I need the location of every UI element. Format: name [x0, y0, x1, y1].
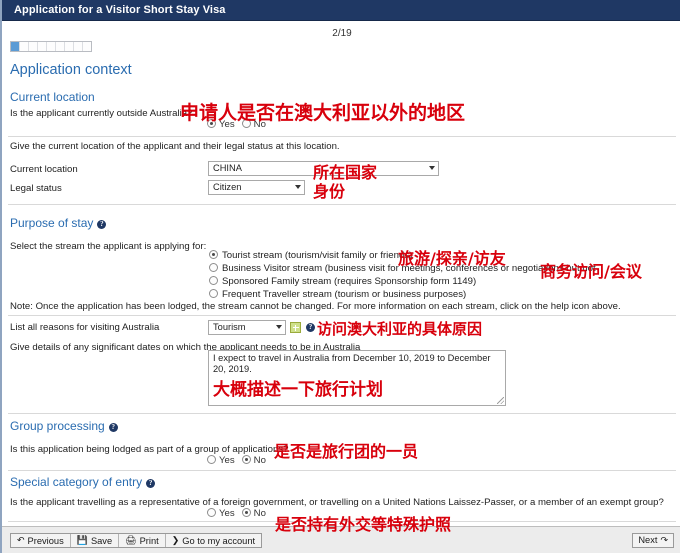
help-icon-group-processing[interactable]: ? — [108, 423, 118, 432]
stream-label-sponsored-family: Sponsored Family stream (requires Sponso… — [222, 276, 477, 287]
next-button[interactable]: Next ↷ — [632, 533, 674, 548]
chevron-down-icon[interactable] — [429, 166, 435, 170]
special-category-radio-group[interactable]: Yes No — [207, 508, 273, 519]
progress-segment — [47, 42, 56, 51]
footer-button-group: ↶ Previous 💾 Save 🖨 Print ❯ Go to my account — [10, 533, 263, 548]
stream-label-tourist: Tourist stream (tourism/visit family or … — [222, 250, 413, 261]
arrow-left-icon: ↶ — [17, 535, 25, 545]
significant-dates-value: I expect to travel in Australia from Dec… — [213, 353, 491, 374]
radio-indicator-sponsored-family[interactable] — [209, 276, 218, 285]
stream-note: Note: Once the application has been lodg… — [10, 301, 621, 312]
progress-segment — [74, 42, 83, 51]
reasons-label: List all reasons for visiting Australia — [10, 322, 160, 333]
radio-label-no: No — [253, 508, 266, 519]
help-icon-special-category[interactable]: ? — [146, 479, 156, 488]
legal-status-value: Citizen — [213, 182, 242, 192]
section-heading-purpose-of-stay: Purpose of stay? — [10, 216, 107, 230]
app-title-bar: Application for a Visitor Short Stay Vis… — [2, 0, 680, 21]
arrow-right-icon: ↷ — [660, 535, 668, 545]
go-to-my-account-label: Go to my account — [182, 535, 256, 546]
special-category-question: Is the applicant travelling as a represe… — [10, 497, 664, 508]
annotation-special-passport: 是否持有外交等特殊护照 — [275, 515, 452, 534]
group-processing-radio-group[interactable]: Yes No — [207, 455, 273, 466]
progress-segment — [29, 42, 38, 51]
radio-option-yes[interactable]: Yes — [207, 508, 235, 519]
page-title: Application for a Visitor Short Stay Vis… — [14, 4, 226, 16]
page-heading: Application context — [10, 62, 132, 78]
radio-indicator-yes[interactable] — [207, 508, 216, 517]
save-button[interactable]: 💾 Save — [71, 534, 120, 547]
progress-segment — [20, 42, 29, 51]
chevron-right-icon: ❯ — [171, 535, 180, 545]
progress-segment — [65, 42, 74, 51]
radio-indicator-business[interactable] — [209, 263, 218, 272]
stream-label-frequent-traveller: Frequent Traveller stream (tourism or bu… — [222, 289, 467, 300]
annotation-outside-australia: 申请人是否在澳大利亚以外的地区 — [180, 102, 466, 124]
go-to-my-account-button[interactable]: ❯ Go to my account — [166, 534, 261, 547]
add-icon[interactable] — [290, 322, 301, 333]
radio-label-yes: Yes — [219, 508, 235, 519]
radio-indicator-yes[interactable] — [207, 455, 216, 464]
save-disk-icon: 💾 — [76, 535, 88, 545]
stream-prompt: Select the stream the applicant is apply… — [10, 241, 207, 252]
current-location-question: Is the applicant currently outside Austr… — [10, 108, 193, 119]
divider — [8, 315, 676, 316]
reasons-select[interactable]: Tourism — [208, 320, 286, 335]
section-heading-special-category: Special category of entry? — [10, 475, 156, 489]
help-icon-purpose-of-stay[interactable]: ? — [97, 220, 107, 229]
page-counter: 2/19 — [332, 28, 352, 39]
progress-segment — [56, 42, 65, 51]
radio-label-no: No — [253, 455, 266, 466]
progress-segment — [83, 42, 91, 51]
radio-indicator-no[interactable] — [241, 508, 251, 517]
legal-status-select[interactable]: Citizen — [208, 180, 305, 195]
radio-option-no[interactable]: No — [241, 508, 266, 519]
section-heading-group-processing: Group processing? — [10, 419, 118, 433]
divider — [8, 470, 676, 471]
visa-application-page: Application for a Visitor Short Stay Vis… — [0, 0, 680, 553]
radio-indicator-tourist[interactable] — [209, 250, 218, 259]
section-heading-text: Group processing — [10, 419, 105, 433]
stream-option-tourist[interactable]: Tourist stream (tourism/visit family or … — [209, 250, 412, 261]
save-button-label: Save — [90, 535, 113, 546]
divider — [8, 136, 676, 137]
annotation-business-stream: 商务访问/会议 — [540, 262, 642, 281]
progress-segment — [38, 42, 47, 51]
previous-button[interactable]: ↶ Previous — [11, 534, 71, 547]
annotation-tourist-stream: 旅游/探亲/访友 — [398, 249, 506, 268]
printer-icon: 🖨 — [125, 535, 137, 545]
previous-button-label: Previous — [27, 535, 64, 546]
chevron-down-icon[interactable] — [295, 185, 301, 189]
next-button-label: Next — [638, 535, 658, 545]
current-location-field-label: Current location — [10, 164, 78, 175]
current-location-instruction: Give the current location of the applica… — [10, 141, 340, 152]
current-location-value: CHINA — [213, 163, 242, 173]
progress-bar — [10, 41, 92, 52]
radio-option-yes[interactable]: Yes — [207, 455, 235, 466]
stream-option-frequent-traveller[interactable]: Frequent Traveller stream (tourism or bu… — [209, 289, 466, 300]
chevron-down-icon[interactable] — [276, 325, 282, 329]
divider — [8, 204, 676, 205]
help-icon-reasons[interactable]: ? — [306, 323, 315, 332]
stream-option-sponsored-family[interactable]: Sponsored Family stream (requires Sponso… — [209, 276, 476, 287]
divider — [8, 413, 676, 414]
print-button[interactable]: 🖨 Print — [119, 534, 166, 547]
radio-option-no[interactable]: No — [241, 455, 266, 466]
section-heading-text: Purpose of stay — [10, 216, 94, 230]
print-button-label: Print — [139, 535, 159, 546]
annotation-group-application: 是否是旅行团的一员 — [274, 442, 419, 461]
reasons-value: Tourism — [213, 322, 246, 332]
annotation-legal-status: 身份 — [313, 182, 346, 201]
resize-grip-icon[interactable] — [497, 397, 504, 404]
section-heading-current-location: Current location — [10, 90, 95, 104]
section-heading-text: Special category of entry — [10, 475, 143, 489]
annotation-reasons: 访问澳大利亚的具体原因 — [317, 320, 483, 338]
group-processing-question: Is this application being lodged as part… — [10, 444, 289, 455]
radio-indicator-frequent-traveller[interactable] — [209, 289, 218, 298]
progress-segment — [11, 42, 20, 51]
radio-label-yes: Yes — [219, 455, 235, 466]
radio-indicator-no[interactable] — [241, 455, 251, 464]
legal-status-field-label: Legal status — [10, 183, 62, 194]
annotation-travel-plan: 大概描述一下旅行计划 — [213, 380, 383, 400]
